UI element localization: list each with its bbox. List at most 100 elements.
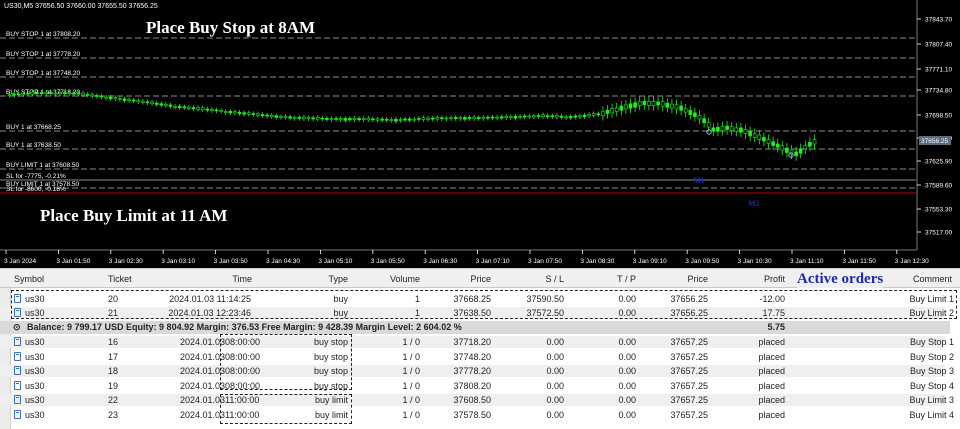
document-icon-line — [16, 382, 19, 384]
cell-symbol: us30 — [25, 380, 45, 391]
order-level-label: BUY STOP 1 at 37778.20 — [6, 51, 80, 58]
cell-price: 37748.20 — [453, 351, 491, 362]
candle — [752, 133, 757, 138]
cell-comment: Buy Limit 4 — [909, 409, 954, 420]
candle — [361, 118, 366, 120]
candle — [729, 126, 734, 131]
candle — [771, 141, 775, 146]
col-volume[interactable]: Volume — [370, 274, 420, 284]
cell-profit: placed — [758, 395, 785, 405]
candle — [573, 115, 578, 118]
col-type[interactable]: Type — [300, 274, 348, 284]
cell-tp: 0.00 — [618, 337, 636, 347]
candle — [748, 131, 752, 137]
col-price-current[interactable]: Price — [660, 274, 708, 284]
document-icon-line — [16, 368, 19, 369]
candle — [651, 101, 656, 106]
candle — [417, 118, 421, 120]
candle — [716, 127, 720, 132]
cell-time-date: 2024.01.03 — [180, 366, 226, 376]
candle — [545, 115, 550, 118]
cell-volume: 1 / 0 — [402, 366, 420, 376]
candle — [803, 145, 808, 150]
time-tick-label: 3 Jan 11:50 — [842, 258, 876, 265]
col-ticket[interactable]: Ticket — [108, 274, 132, 284]
candle — [150, 101, 154, 104]
table-row[interactable]: us30 19 2024.01.03 08:00:00 buy stop 1 / 0 378… — [0, 380, 954, 392]
candle — [509, 116, 513, 119]
time-tick-label: 3 Jan 06:30 — [423, 258, 457, 265]
table-row[interactable]: us30 17 2024.01.03 08:00:00 buy stop 1 / 0 377… — [0, 351, 954, 363]
col-time[interactable]: Time — [200, 274, 252, 284]
document-icon-line — [16, 397, 19, 398]
cell-price: 37578.50 — [453, 409, 491, 420]
candle — [430, 117, 435, 120]
time-tick-label: 3 Jan 05:10 — [318, 258, 352, 265]
candle — [16, 93, 21, 96]
annotation-buy-limit: Place Buy Limit at 11 AM — [40, 206, 228, 225]
candle — [389, 119, 394, 121]
time-tick-label: 3 Jan 04:30 — [266, 258, 300, 265]
candle — [380, 118, 384, 121]
cell-price2: 37657.25 — [670, 351, 708, 362]
candle — [283, 116, 288, 118]
chart-canvas[interactable]: BUY STOP 1 at 37808.20 BUY STOP 1 at 3777… — [0, 0, 960, 268]
candle — [343, 118, 348, 121]
col-profit[interactable]: Profit — [740, 274, 785, 284]
candle — [426, 117, 430, 120]
candle — [578, 115, 582, 118]
cell-ticket: 22 — [108, 395, 119, 405]
candle — [288, 116, 292, 119]
candle — [642, 100, 647, 106]
candle — [320, 117, 325, 120]
candle — [375, 118, 380, 121]
price-tick-label: 37517.00 — [925, 230, 952, 237]
candle — [21, 93, 26, 96]
candle — [44, 91, 49, 94]
cell-profit: placed — [758, 380, 785, 391]
cell-comment: Buy Stop 2 — [909, 351, 954, 362]
cell-price2: 37657.25 — [670, 366, 708, 376]
time-tick-label: 3 Jan 01:50 — [56, 258, 90, 265]
candle — [154, 102, 159, 105]
candle — [725, 125, 729, 130]
table-row[interactable]: us30 18 2024.01.03 08:00:00 buy stop 1 / 0 377… — [0, 365, 954, 377]
col-tp[interactable]: T / P — [590, 274, 636, 284]
candle — [522, 115, 527, 118]
candle — [775, 143, 780, 148]
candle — [614, 107, 619, 112]
col-symbol[interactable]: Symbol — [14, 274, 44, 284]
document-icon-line — [16, 411, 19, 413]
candle — [476, 117, 481, 119]
cell-symbol: us30 — [25, 409, 45, 420]
candle — [127, 99, 131, 101]
collapse-icon[interactable]: ⊙ — [13, 321, 21, 334]
candle — [440, 117, 444, 120]
candle — [12, 93, 16, 96]
candle — [306, 117, 311, 120]
candle — [49, 92, 53, 94]
candle — [35, 92, 39, 95]
col-price[interactable]: Price — [440, 274, 491, 284]
table-row[interactable]: us30 23 2024.01.03 11:00:00 buy limit 1 / 0 37… — [0, 409, 954, 421]
candle — [269, 114, 274, 117]
price-chart[interactable]: BUY STOP 1 at 37808.20 BUY STOP 1 at 3777… — [0, 0, 960, 268]
cell-volume: 1 / 0 — [402, 409, 420, 420]
col-sl[interactable]: S / L — [520, 274, 564, 284]
candle — [555, 115, 559, 118]
candle — [233, 111, 237, 114]
table-row[interactable]: us30 22 2024.01.03 11:00:00 buy limit 1 / 0 37… — [0, 394, 954, 406]
price-tick-label: 37843.70 — [925, 17, 952, 24]
candle — [141, 100, 145, 103]
col-comment[interactable]: Comment — [880, 274, 952, 284]
candle — [798, 148, 803, 154]
candle — [518, 116, 522, 118]
terminal-panel: Symbol Ticket Time Type Volume Price S /… — [0, 268, 960, 429]
candle — [601, 111, 605, 116]
candle — [674, 104, 679, 110]
candle — [693, 112, 697, 117]
cell-volume: 1 / 0 — [402, 337, 420, 347]
candle — [242, 112, 246, 115]
table-row[interactable]: us30 16 2024.01.03 08:00:00 buy stop 1 / 0 377… — [0, 336, 954, 348]
candle — [458, 117, 463, 120]
